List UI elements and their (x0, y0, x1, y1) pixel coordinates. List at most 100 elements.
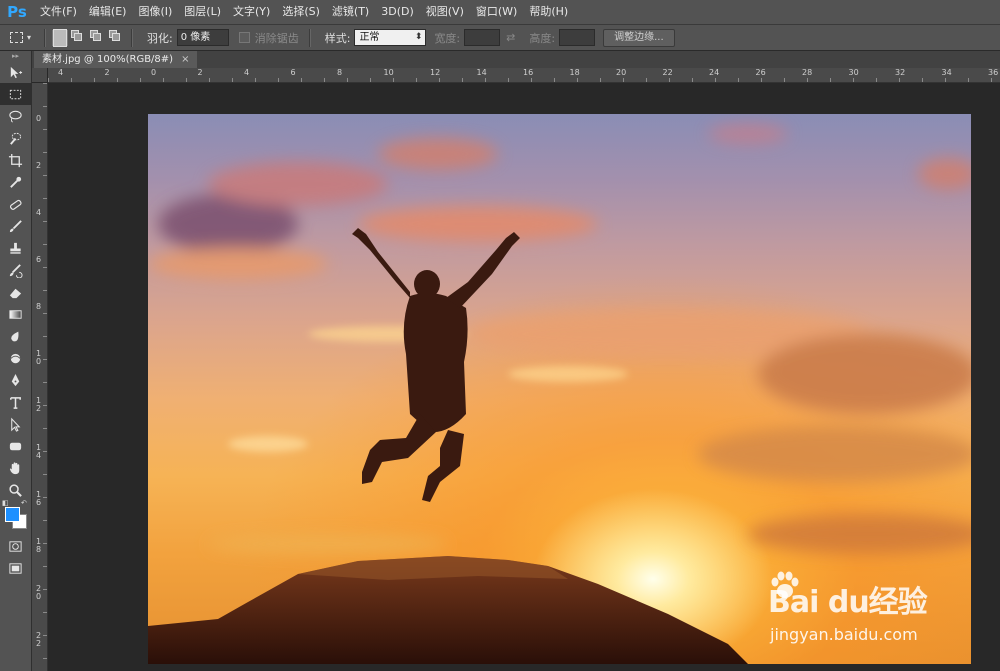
ruler-v-label: 8 (35, 302, 42, 311)
type-tool[interactable] (0, 391, 31, 413)
style-select[interactable]: 正常 (354, 29, 427, 46)
history-brush-tool[interactable] (0, 259, 31, 281)
swap-icon[interactable]: ⇄ (506, 31, 515, 44)
ruler-v-label: 0 (35, 114, 42, 123)
move-tool[interactable] (0, 61, 31, 83)
menu-file[interactable]: 文件(F) (34, 0, 83, 24)
pen-tool[interactable] (0, 369, 31, 391)
width-input[interactable] (464, 29, 501, 46)
shape-tool[interactable] (0, 435, 31, 457)
document-tab-bar: 素材.jpg @ 100%(RGB/8#) × (32, 51, 1000, 68)
ruler-h-label: 36 (988, 68, 999, 77)
ruler-h-label: 6 (290, 68, 296, 77)
lasso-icon (9, 110, 22, 123)
hand-tool[interactable] (0, 457, 31, 479)
chevron-down-icon: ▾ (27, 33, 32, 42)
ruler-h-label: 2 (197, 68, 203, 77)
ruler-h-label: 12 (430, 68, 441, 77)
ruler-v-label: 6 (35, 255, 42, 264)
subtract-selection-icon (90, 29, 106, 46)
add-to-selection-button[interactable] (71, 29, 87, 46)
watermark-url: jingyan.baidu.com (770, 625, 918, 644)
ruler-h-label: 2 (104, 68, 110, 77)
horizontal-ruler[interactable]: 4 2 0 2 4 6 8 10 12 14 16 18 20 22 24 26 28 30 32 34 36 (48, 68, 1000, 83)
screen-mode-icon (9, 562, 22, 574)
ruler-h-label: 4 (244, 68, 250, 77)
ruler-v-label: 18 (35, 537, 42, 554)
width-label: 宽度: (434, 31, 461, 45)
canvas-workspace[interactable]: Bai du经验 jingyan.baidu.com (48, 83, 1000, 671)
crop-tool[interactable] (0, 149, 31, 171)
dodge-icon (10, 353, 21, 363)
height-input[interactable] (559, 29, 596, 46)
intersect-selection-button[interactable] (109, 29, 125, 46)
ruler-origin[interactable] (32, 68, 47, 82)
menu-3d[interactable]: 3D(D) (375, 0, 420, 24)
toolbox-grip[interactable]: ▸▸ (0, 51, 31, 61)
screen-mode-button[interactable] (0, 557, 31, 579)
eyedropper-tool[interactable] (0, 171, 31, 193)
dodge-tool[interactable] (0, 347, 31, 369)
menu-edit[interactable]: 编辑(E) (83, 0, 133, 24)
document-image[interactable]: Bai du经验 jingyan.baidu.com (148, 114, 971, 664)
eraser-tool[interactable] (0, 281, 31, 303)
menu-help[interactable]: 帮助(H) (523, 0, 574, 24)
ruler-h-label: 0 (151, 68, 157, 77)
clone-stamp-tool[interactable] (0, 237, 31, 259)
photoshop-window: Ps 文件(F) 编辑(E) 图像(I) 图层(L) 文字(Y) 选择(S) 滤… (0, 0, 1000, 671)
ruler-h-label: 18 (569, 68, 580, 77)
pen-icon (11, 373, 20, 386)
menu-filter[interactable]: 滤镜(T) (326, 0, 375, 24)
brush-icon (9, 219, 22, 232)
quick-selection-tool[interactable] (0, 127, 31, 149)
refine-edge-button[interactable]: 调整边缘... (603, 28, 675, 47)
path-selection-tool[interactable] (0, 413, 31, 435)
document-tab[interactable]: 素材.jpg @ 100%(RGB/8#) × (34, 51, 198, 68)
feather-label: 羽化: (147, 31, 173, 45)
ruler-h-label: 4 (58, 68, 64, 77)
menu-select[interactable]: 选择(S) (276, 0, 326, 24)
ruler-h-label: 32 (895, 68, 906, 77)
menu-image[interactable]: 图像(I) (132, 0, 178, 24)
move-icon (10, 66, 23, 78)
new-selection-button[interactable] (52, 28, 68, 47)
paw-icon (771, 571, 799, 598)
rect-marquee-tool[interactable] (0, 83, 31, 105)
ruler-h-label: 8 (337, 68, 343, 77)
feather-input[interactable]: 0 像素 (176, 29, 229, 46)
ruler-v-label: 20 (35, 584, 42, 601)
tool-preset-picker[interactable]: ▾ (10, 28, 38, 48)
quick-mask-icon (9, 540, 22, 552)
menu-window[interactable]: 窗口(W) (470, 0, 523, 24)
quick-mask-button[interactable] (0, 535, 31, 557)
menu-view[interactable]: 视图(V) (420, 0, 470, 24)
foreground-color-swatch[interactable] (5, 507, 20, 522)
ruler-v-label: 4 (35, 208, 42, 217)
swap-colors-icon[interactable]: ↶ (21, 499, 27, 507)
antialias-checkbox[interactable] (238, 32, 250, 43)
add-selection-icon (71, 29, 87, 46)
default-colors-icon[interactable]: ◧ (2, 499, 9, 507)
vertical-ruler[interactable]: 0 2 4 6 8 10 12 14 16 18 20 22 (32, 83, 48, 671)
close-icon[interactable]: × (181, 54, 189, 65)
healing-brush-tool[interactable] (0, 193, 31, 215)
crop-icon (8, 153, 23, 167)
menu-layer[interactable]: 图层(L) (178, 0, 227, 24)
ruler-v-label: 22 (35, 631, 42, 648)
rect-marquee-icon (10, 32, 23, 43)
ruler-h-label: 28 (802, 68, 813, 77)
gradient-tool[interactable] (0, 303, 31, 325)
menu-type[interactable]: 文字(Y) (227, 0, 276, 24)
brush-tool[interactable] (0, 215, 31, 237)
document-title: 素材.jpg @ 100%(RGB/8#) (42, 54, 174, 65)
lasso-tool[interactable] (0, 105, 31, 127)
quick-selection-icon (10, 132, 22, 145)
ruler-h-label: 10 (383, 68, 394, 77)
eraser-icon (9, 288, 22, 298)
subtract-from-selection-button[interactable] (90, 29, 106, 46)
zoom-tool[interactable] (0, 479, 31, 501)
style-label: 样式: (324, 31, 351, 45)
blur-tool[interactable] (0, 325, 31, 347)
ruler-v-label: 10 (35, 349, 42, 366)
toolbox: ▸▸ ◧ ↶ (0, 51, 32, 671)
